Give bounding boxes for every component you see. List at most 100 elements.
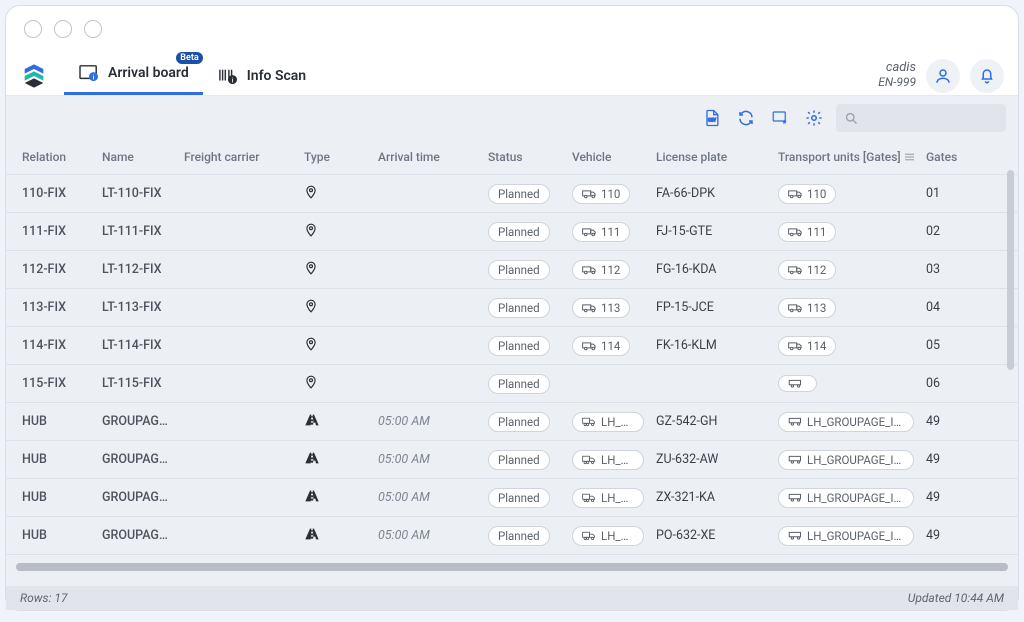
vehicle-badge[interactable]: 111	[572, 222, 630, 242]
cell-status: Planned	[482, 292, 566, 324]
vehicle-badge[interactable]: LH_GROUP	[572, 450, 644, 470]
transport-unit-badge[interactable]: 114	[778, 336, 836, 356]
window-dot	[54, 20, 72, 38]
cell-transport-unit: 113	[772, 292, 920, 324]
cell-gate: 02	[920, 218, 972, 245]
cell-type	[298, 407, 372, 437]
search-icon	[844, 111, 859, 126]
cell-relation: 112-FIX	[6, 256, 96, 283]
vehicle-badge[interactable]: LH_GROUP	[572, 488, 644, 508]
cell-arrival-time	[372, 264, 482, 276]
transport-unit-badge[interactable]: LH_GROUPAGE_IN_1_V2	[778, 412, 914, 432]
user-name: cadis	[878, 61, 916, 76]
cell-transport-unit: LH_GROUPAGE_IN_3_V2	[772, 482, 920, 514]
horizontal-scrollbar[interactable]	[16, 563, 1008, 571]
vehicle-badge[interactable]: 113	[572, 298, 630, 318]
window-controls	[6, 6, 1018, 52]
vehicle-badge[interactable]: 110	[572, 184, 630, 204]
table-row[interactable]: HUBGROUPAGE_IN_05:00 AMPlannedLH_GROUPZU…	[6, 441, 1018, 479]
cell-name: GROUPAGE_IN_	[96, 484, 178, 511]
cell-license-plate: GZ-542-GH	[650, 408, 772, 435]
cell-type	[298, 559, 372, 564]
transport-unit-badge[interactable]	[778, 375, 817, 392]
export-csv-button[interactable]: CSV	[700, 106, 724, 130]
table-row[interactable]: 114-FIXLT-114-FIXPlanned114FK-16-KLM1140…	[6, 327, 1018, 365]
table-row[interactable]: RFNGROUPAGE_RFI05:00 PMPlannedLH_BIR_01I…	[6, 555, 1018, 563]
app-logo	[20, 62, 48, 90]
vehicle-badge[interactable]: LH_GROUP	[572, 526, 644, 546]
vehicle-badge[interactable]: LH_GROUP	[572, 412, 644, 432]
cell-transport-unit	[772, 369, 920, 399]
col-transport-units[interactable]: Transport units [Gates]	[772, 144, 920, 170]
search-input[interactable]	[836, 104, 1006, 132]
table-row[interactable]: 110-FIXLT-110-FIXPlanned110FA-66-DPK1100…	[6, 175, 1018, 213]
transport-unit-badge[interactable]: 113	[778, 298, 836, 318]
cell-transport-unit: LH_GROUPAGE_IN_1_V2	[772, 406, 920, 438]
cell-gate: 03	[920, 256, 972, 283]
transport-unit-badge[interactable]: LH_GROUPAGE_IN_3_V2	[778, 488, 914, 508]
cell-vehicle: LH_GROUP	[566, 482, 650, 514]
cell-relation: HUB	[6, 484, 96, 511]
table-row[interactable]: HUBGROUPAGE_IN_05:00 AMPlannedLH_GROUPZX…	[6, 479, 1018, 517]
col-license-plate[interactable]: License plate	[650, 144, 772, 170]
status-badge: Planned	[488, 184, 550, 204]
transport-unit-badge[interactable]: 110	[778, 184, 836, 204]
col-status[interactable]: Status	[482, 144, 566, 170]
transport-unit-badge[interactable]: LH_GROUPAGE_IN_4_V2	[778, 526, 914, 546]
refresh-button[interactable]	[734, 106, 758, 130]
col-freight-carrier[interactable]: Freight carrier	[178, 144, 298, 170]
cell-freight-carrier	[178, 530, 298, 542]
cell-name: GROUPAGE_IN_	[96, 446, 178, 473]
cell-license-plate	[650, 378, 772, 390]
transport-unit-badge[interactable]: 112	[778, 260, 836, 280]
col-vehicle[interactable]: Vehicle	[566, 144, 650, 170]
vertical-scrollbar[interactable]	[1007, 170, 1014, 370]
favorite-view-button[interactable]	[768, 106, 792, 130]
cell-arrival-time	[372, 302, 482, 314]
table-row[interactable]: 111-FIXLT-111-FIXPlanned111FJ-15-GTE1110…	[6, 213, 1018, 251]
cell-arrival-time: 05:00 AM	[372, 408, 482, 435]
transport-unit-badge[interactable]: 111	[778, 222, 836, 242]
table-row[interactable]: HUBGROUPAGE_IN_05:00 AMPlannedLH_GROUPGZ…	[6, 403, 1018, 441]
table-row[interactable]: 115-FIXLT-115-FIXPlanned06	[6, 365, 1018, 403]
transport-unit-badge[interactable]: LH_GROUPAGE_IN_2_V2	[778, 450, 914, 470]
vehicle-badge[interactable]: 114	[572, 336, 630, 356]
table-row[interactable]: HUBGROUPAGE_IN_05:00 AMPlannedLH_GROUPPO…	[6, 517, 1018, 555]
table-row[interactable]: 113-FIXLT-113-FIXPlanned113FP-15-JCE1130…	[6, 289, 1018, 327]
cell-license-plate: FJ-15-GTE	[650, 218, 772, 245]
cell-status: Planned	[482, 406, 566, 438]
col-name[interactable]: Name	[96, 144, 178, 170]
updated-time: Updated 10:44 AM	[908, 591, 1004, 605]
cell-status: Planned	[482, 368, 566, 400]
notifications-button[interactable]	[970, 59, 1004, 93]
cell-relation: RFN	[6, 560, 96, 563]
csv-icon: CSV	[702, 108, 722, 128]
cell-name: LT-111-FIX	[96, 218, 178, 245]
cell-transport-unit: 110	[772, 178, 920, 210]
cell-freight-carrier	[178, 264, 298, 276]
cell-gate: 05	[920, 332, 972, 359]
user-sub: EN-999	[878, 76, 916, 90]
vehicle-badge[interactable]: 112	[572, 260, 630, 280]
settings-button[interactable]	[802, 106, 826, 130]
tab-info-scan[interactable]: i Info Scan	[203, 59, 320, 95]
tab-label: Info Scan	[247, 68, 306, 84]
tab-arrival-board[interactable]: i Arrival board Beta	[64, 56, 203, 95]
table-row[interactable]: 112-FIXLT-112-FIXPlanned112FG-16-KDA1120…	[6, 251, 1018, 289]
cell-gate: 06	[920, 370, 972, 397]
col-relation[interactable]: Relation	[6, 144, 96, 170]
user-icon	[934, 67, 952, 85]
status-badge: Planned	[488, 488, 550, 508]
cell-gate: 49	[920, 522, 972, 549]
cell-status: Planned	[482, 482, 566, 514]
refresh-icon	[737, 109, 755, 127]
cell-license-plate: ZX-321-KA	[650, 484, 772, 511]
cell-name: GROUPAGE_IN_	[96, 408, 178, 435]
user-avatar-button[interactable]	[926, 59, 960, 93]
cell-freight-carrier	[178, 302, 298, 314]
cell-arrival-time	[372, 188, 482, 200]
col-gates[interactable]: Gates	[920, 144, 972, 170]
cell-status: Planned	[482, 330, 566, 362]
col-arrival-time[interactable]: Arrival time	[372, 144, 482, 170]
col-type[interactable]: Type	[298, 144, 372, 170]
